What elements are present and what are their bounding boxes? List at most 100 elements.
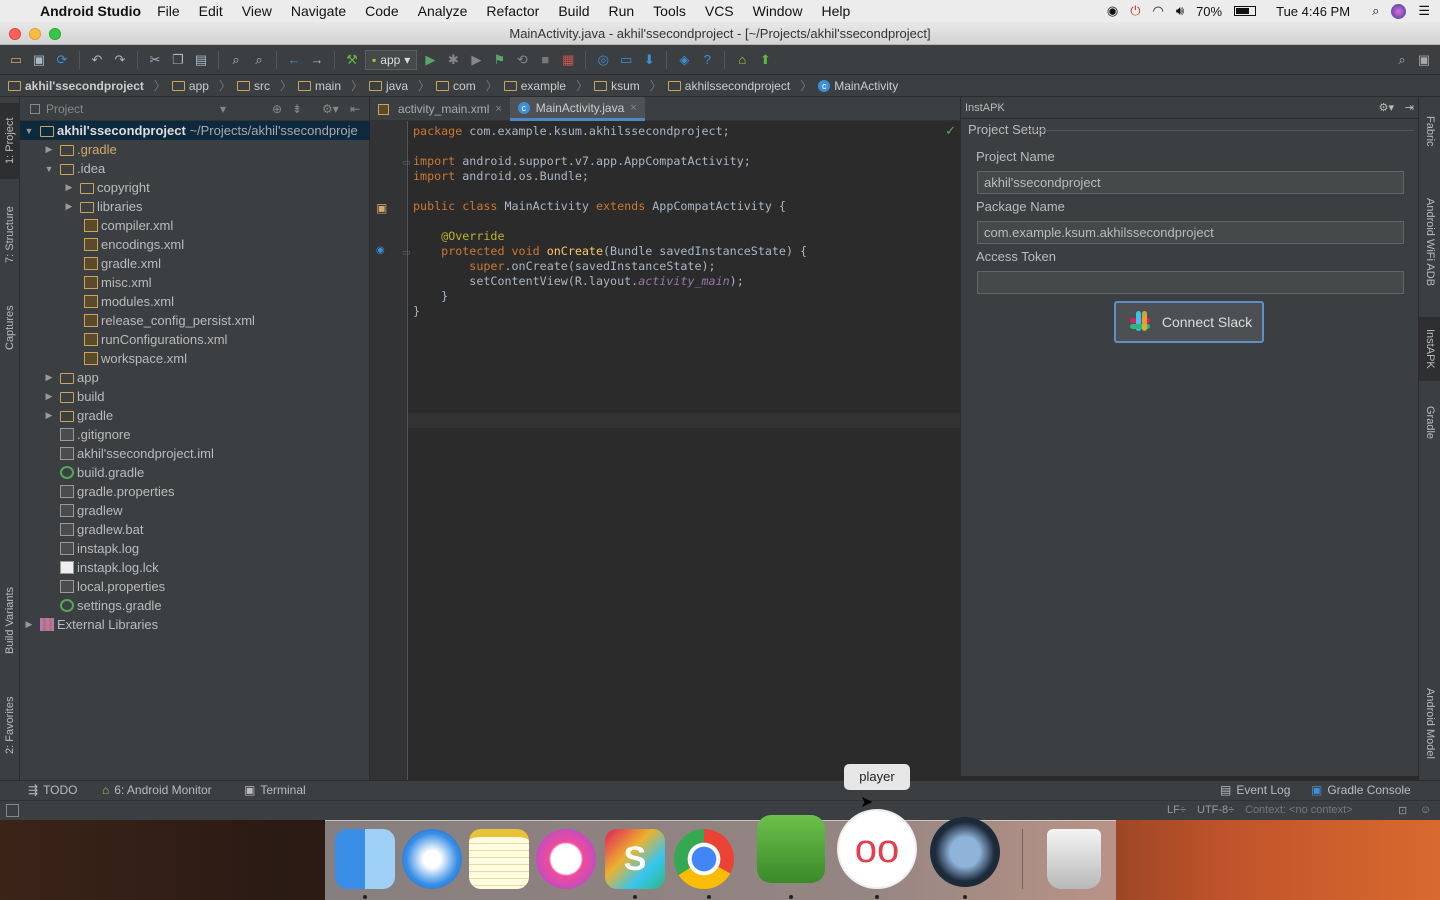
tree-node-root[interactable]: ▼ akhil'ssecondproject ~/Projects/akhil's… bbox=[20, 121, 370, 140]
collapse-icon[interactable]: ⇟ bbox=[292, 102, 302, 116]
run-icon[interactable]: ▶ bbox=[420, 50, 440, 70]
quicktime-icon[interactable] bbox=[930, 817, 1000, 887]
menu-window[interactable]: Window bbox=[753, 3, 803, 19]
volume-icon[interactable]: 🔊︎ bbox=[1176, 3, 1184, 19]
paste-icon[interactable]: ▤ bbox=[191, 50, 211, 70]
chrome-icon[interactable] bbox=[674, 829, 734, 889]
breadcrumb-item[interactable]: example 〉 bbox=[503, 77, 588, 94]
battery-percent[interactable]: 70% bbox=[1196, 4, 1222, 19]
breadcrumb-item[interactable]: akhilssecondproject 〉 bbox=[667, 77, 812, 94]
tab-android-model[interactable]: Android Model bbox=[1419, 673, 1440, 773]
tree-node[interactable]: misc.xml bbox=[84, 273, 152, 292]
tree-node[interactable]: modules.xml bbox=[84, 292, 174, 311]
tab-activity-main-xml[interactable]: activity_main.xml × bbox=[370, 97, 510, 121]
menu-tools[interactable]: Tools bbox=[653, 3, 686, 19]
hector-icon[interactable]: ☺ bbox=[1420, 804, 1431, 816]
save-icon[interactable]: ▣ bbox=[29, 50, 49, 70]
tree-node[interactable]: instapk.log.lck bbox=[60, 558, 159, 577]
timer-icon[interactable]: ⏻ bbox=[1130, 3, 1140, 19]
tab-terminal[interactable]: ▣ Terminal bbox=[244, 783, 306, 797]
implementation-icon[interactable]: ▣ bbox=[376, 201, 387, 215]
tree-node[interactable]: ▼ .idea bbox=[44, 159, 106, 178]
search-everywhere-icon[interactable]: ⌕ bbox=[1392, 50, 1412, 70]
lock-icon[interactable]: ⊡ bbox=[1398, 804, 1407, 817]
menu-build[interactable]: Build bbox=[558, 3, 589, 19]
tree-node[interactable]: build.gradle bbox=[60, 463, 144, 482]
code-content[interactable]: package com.example.ksum.akhilssecondpro… bbox=[413, 124, 807, 319]
app-menu[interactable]: Android Studio bbox=[40, 3, 141, 19]
cut-icon[interactable]: ✂ bbox=[145, 50, 165, 70]
tree-node[interactable]: ▶ .gradle bbox=[44, 140, 117, 159]
toggle-tool-windows-icon[interactable] bbox=[6, 804, 19, 817]
android-studio-icon[interactable] bbox=[757, 815, 825, 883]
sdk-manager-icon[interactable]: ⬇ bbox=[639, 50, 659, 70]
copy-icon[interactable]: ❐ bbox=[168, 50, 188, 70]
spotlight-icon[interactable]: ⌕ bbox=[1372, 3, 1379, 19]
breadcrumb-item[interactable]: c MainActivity bbox=[818, 79, 898, 93]
open-folder-icon[interactable]: ▭ bbox=[6, 50, 26, 70]
tab-fabric[interactable]: Fabric bbox=[1419, 103, 1440, 159]
find-icon[interactable]: ⌕ bbox=[226, 50, 246, 70]
itunes-icon[interactable] bbox=[536, 829, 596, 889]
tree-node[interactable]: ▶ External Libraries bbox=[24, 615, 159, 634]
locate-icon[interactable]: ⊕ bbox=[272, 102, 282, 116]
android-device-monitor-icon[interactable]: ⌂ bbox=[732, 50, 752, 70]
tree-node[interactable]: settings.gradle bbox=[60, 596, 162, 615]
tree-node[interactable]: gradlew.bat bbox=[60, 520, 144, 539]
settings-icon[interactable]: ⚙▾ bbox=[1379, 101, 1394, 114]
menu-run[interactable]: Run bbox=[608, 3, 634, 19]
safari-icon[interactable] bbox=[402, 829, 462, 889]
tab-captures[interactable]: Captures bbox=[0, 293, 20, 363]
close-icon[interactable]: × bbox=[630, 102, 636, 114]
tab-structure[interactable]: 7: Structure bbox=[0, 193, 20, 277]
tree-node[interactable]: workspace.xml bbox=[84, 349, 187, 368]
close-window-icon[interactable] bbox=[9, 28, 21, 40]
hide-icon[interactable]: ⇥ bbox=[1405, 101, 1414, 114]
access-token-field[interactable] bbox=[977, 271, 1404, 294]
breadcrumb-item[interactable]: src 〉 bbox=[236, 77, 292, 94]
context-indicator[interactable]: Context: <no context> bbox=[1245, 804, 1353, 816]
tab-event-log[interactable]: ▤ Event Log bbox=[1220, 783, 1290, 797]
apk-icon[interactable]: ▦ bbox=[558, 50, 578, 70]
undo-icon[interactable]: ↶ bbox=[87, 50, 107, 70]
tree-node[interactable]: .gitignore bbox=[60, 425, 130, 444]
tree-node[interactable]: compiler.xml bbox=[84, 216, 173, 235]
run-configuration-select[interactable]: ▪ app ▾ bbox=[365, 49, 418, 70]
slack-icon[interactable]: S bbox=[605, 829, 665, 889]
tree-node[interactable]: runConfigurations.xml bbox=[84, 330, 227, 349]
fold-icon[interactable]: ▭ bbox=[402, 157, 411, 168]
tree-node[interactable]: local.properties bbox=[60, 577, 165, 596]
tab-mainactivity-java[interactable]: c MainActivity.java × bbox=[509, 97, 645, 121]
breadcrumb-item[interactable]: akhil'ssecondproject 〉 bbox=[8, 77, 166, 94]
tree-node[interactable]: encodings.xml bbox=[84, 235, 184, 254]
redo-icon[interactable]: ↷ bbox=[110, 50, 130, 70]
menu-analyze[interactable]: Analyze bbox=[418, 3, 468, 19]
finder-icon[interactable] bbox=[335, 829, 395, 889]
forward-icon[interactable]: → bbox=[307, 50, 327, 70]
tree-node[interactable]: gradlew bbox=[60, 501, 123, 520]
instapk-upload-icon[interactable]: ⬆ bbox=[755, 50, 775, 70]
hide-icon[interactable]: ⇤ bbox=[350, 102, 360, 116]
tree-node[interactable]: gradle.xml bbox=[84, 254, 161, 273]
player-app-icon[interactable]: oo bbox=[837, 809, 917, 889]
replace-icon[interactable]: ⌕ bbox=[249, 50, 269, 70]
tab-android-wifi-adb[interactable]: Android WiFi ADB bbox=[1419, 187, 1440, 297]
trash-icon[interactable] bbox=[1047, 829, 1101, 889]
tree-node[interactable]: akhil'ssecondproject.iml bbox=[60, 444, 214, 463]
tab-build-variants[interactable]: Build Variants bbox=[0, 573, 20, 667]
back-icon[interactable]: ← bbox=[284, 50, 304, 70]
tab-gradle[interactable]: Gradle bbox=[1419, 397, 1440, 449]
menu-navigate[interactable]: Navigate bbox=[291, 3, 346, 19]
breadcrumb-item[interactable]: ksum 〉 bbox=[594, 77, 662, 94]
override-icon[interactable]: ◉ bbox=[376, 245, 385, 256]
menu-code[interactable]: Code bbox=[365, 3, 398, 19]
chevron-down-icon[interactable]: ▾ bbox=[220, 102, 226, 116]
notification-center-icon[interactable]: ☰ bbox=[1418, 3, 1430, 19]
line-separator[interactable]: LF÷ bbox=[1167, 804, 1186, 816]
tree-node[interactable]: ▶ libraries bbox=[64, 197, 143, 216]
breadcrumb-item[interactable]: com 〉 bbox=[436, 77, 498, 94]
project-structure-icon[interactable]: ◈ bbox=[674, 50, 694, 70]
tab-project[interactable]: 1: Project bbox=[0, 103, 20, 179]
profile-icon[interactable]: ⚑ bbox=[489, 50, 509, 70]
help-icon[interactable]: ? bbox=[697, 50, 717, 70]
